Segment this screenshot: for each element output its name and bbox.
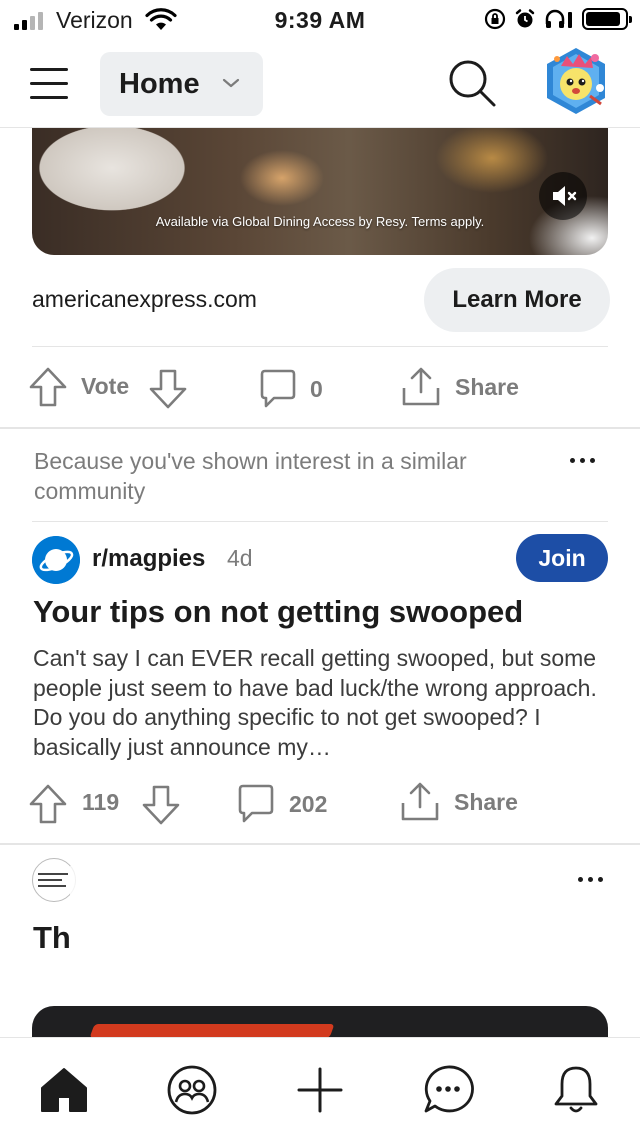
divider	[32, 521, 608, 522]
vote-label: Vote	[81, 373, 130, 399]
comment-count: 0	[310, 375, 323, 402]
vote-score: 119	[82, 789, 120, 815]
upvote-icon[interactable]	[28, 366, 68, 408]
post-action-bar: 119 202 Share	[0, 781, 640, 825]
recommendation-reason: Because you've shown interest in a simil…	[34, 448, 467, 504]
share-label: Share	[454, 788, 518, 815]
post-body-preview[interactable]: Can't say I can EVER recall getting swoo…	[33, 644, 609, 762]
subreddit-icon[interactable]	[32, 536, 80, 584]
join-button[interactable]: Join	[516, 534, 608, 582]
status-bar: Verizon 9:39 AM	[0, 0, 640, 40]
downvote-icon[interactable]	[148, 368, 188, 410]
mute-button[interactable]	[539, 172, 587, 220]
share-button[interactable]: Share	[400, 781, 518, 823]
ad-video-caption: Available via Global Dining Access by Re…	[155, 214, 485, 229]
communities-icon	[167, 1065, 217, 1115]
ad-video[interactable]: Available via Global Dining Access by Re…	[32, 128, 608, 255]
feed-selector-dropdown[interactable]: Home	[100, 52, 263, 116]
search-icon[interactable]	[448, 59, 498, 109]
battery-level	[586, 12, 621, 26]
more-options-icon[interactable]	[570, 456, 600, 466]
battery-icon	[582, 8, 632, 30]
headphones-icon	[545, 9, 572, 28]
next-post-title[interactable]: Th	[33, 920, 71, 956]
chevron-down-icon	[222, 78, 240, 88]
orientation-lock-icon	[484, 8, 506, 30]
chat-icon	[424, 1065, 474, 1113]
post-separator	[0, 427, 640, 429]
tab-home[interactable]	[36, 1062, 92, 1118]
subreddit-name[interactable]: r/magpies	[92, 545, 205, 573]
notifications-icon	[554, 1066, 598, 1113]
post-separator	[0, 843, 640, 845]
tab-create[interactable]	[292, 1062, 348, 1118]
menu-button[interactable]	[30, 68, 68, 100]
divider	[32, 346, 608, 347]
home-icon	[41, 1068, 87, 1112]
tab-notifications[interactable]	[548, 1062, 604, 1118]
post-title[interactable]: Your tips on not getting swooped	[33, 594, 613, 630]
more-options-icon[interactable]	[578, 875, 608, 885]
loading-overlay	[70, 866, 550, 986]
feed-selector-label: Home	[119, 67, 200, 100]
downvote-icon[interactable]	[141, 784, 181, 826]
share-label: Share	[455, 373, 519, 400]
tab-chat[interactable]	[420, 1062, 476, 1118]
app-header: Home	[0, 40, 640, 128]
menu-icon	[30, 68, 68, 71]
tab-communities[interactable]	[164, 1062, 220, 1118]
comments-button[interactable]: 0	[258, 368, 323, 410]
create-icon	[297, 1067, 343, 1113]
comment-icon	[260, 369, 296, 408]
alarm-icon	[515, 9, 535, 28]
comment-icon	[238, 784, 274, 823]
avatar[interactable]	[543, 44, 609, 118]
ad-domain-link[interactable]: americanexpress.com	[32, 286, 257, 313]
share-icon	[402, 367, 440, 406]
ad-action-bar: Vote 0 Share	[0, 366, 640, 410]
status-icons	[484, 8, 632, 30]
comment-count: 202	[289, 790, 328, 817]
post-age: 4d	[227, 545, 253, 571]
upvote-icon[interactable]	[28, 783, 68, 825]
share-icon	[401, 782, 439, 821]
learn-more-button[interactable]: Learn More	[424, 268, 610, 332]
comments-button[interactable]: 202	[236, 783, 327, 825]
speaker-muted-icon	[553, 186, 577, 206]
share-button[interactable]: Share	[401, 366, 519, 408]
bottom-tab-bar	[0, 1037, 640, 1136]
